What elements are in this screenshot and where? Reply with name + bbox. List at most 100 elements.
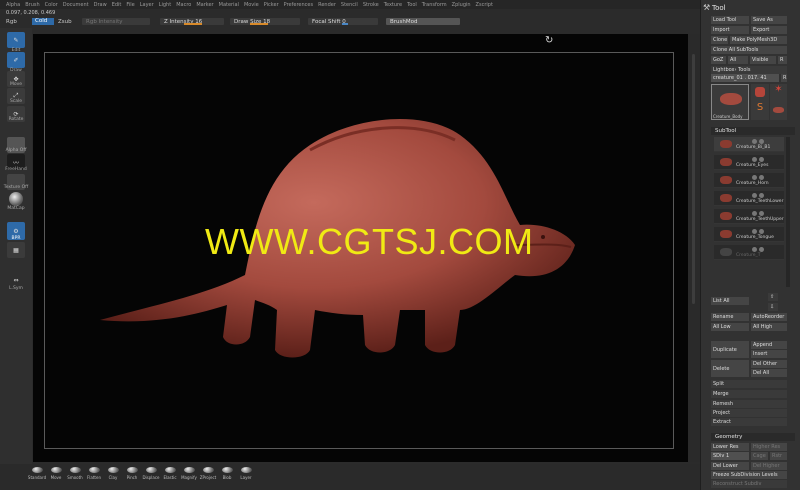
brush-blob[interactable]: Blob [218, 467, 236, 480]
move-down-arrow-icon[interactable]: ⇩ [768, 303, 778, 311]
subtool-scrollbar[interactable] [786, 137, 790, 287]
refresh-icon[interactable]: ↻ [545, 35, 553, 46]
simplebrush-thumb[interactable]: S [751, 102, 769, 120]
creature-small-thumb[interactable] [770, 102, 787, 120]
subtool-item[interactable]: Creature_TeethLower [714, 191, 784, 206]
menu-item-transform[interactable]: Transform [422, 2, 447, 8]
import-button[interactable]: Import [711, 26, 749, 34]
current-tool-r-button[interactable]: R [781, 74, 787, 82]
brush-elastic[interactable]: Elastic [161, 467, 179, 480]
del-higher-button[interactable]: Del Higher [751, 462, 787, 470]
menu-item-zscript[interactable]: Zscript [476, 2, 493, 8]
del-all-button[interactable]: Del All [751, 369, 787, 377]
brush-standard[interactable]: Standard [28, 467, 46, 480]
visibility-toggle-icon[interactable] [752, 229, 764, 234]
menu-item-zplugin[interactable]: Zplugin [452, 2, 471, 8]
visibility-toggle-icon[interactable] [752, 193, 764, 198]
visibility-toggle-icon[interactable] [752, 211, 764, 216]
rgb-intensity-slider[interactable]: Rgb Intensity [82, 18, 150, 25]
goz-all-button[interactable]: All [728, 56, 748, 64]
lower-res-button[interactable]: Lower Res [711, 443, 749, 451]
tool-thumb-creature-body[interactable]: Creature_Body [711, 84, 749, 120]
brush-zproject[interactable]: ZProject [199, 467, 217, 480]
focal-shift-slider[interactable]: Focal Shift 0 [308, 18, 378, 25]
rename-button[interactable]: Rename [711, 313, 749, 321]
menu-item-alpha[interactable]: Alpha [6, 2, 20, 8]
freeze-subdivision-button[interactable]: Freeze SubDivision Levels [711, 471, 787, 479]
star-tool-thumb[interactable]: ✶ [770, 84, 787, 102]
menu-item-draw[interactable]: Draw [94, 2, 107, 8]
brush-layer[interactable]: Layer [237, 467, 255, 480]
menu-item-tool[interactable]: Tool [407, 2, 417, 8]
rgb-toggle[interactable]: Rgb [6, 19, 17, 25]
append-button[interactable]: Append [751, 341, 787, 349]
all-high-button[interactable]: All High [751, 323, 787, 331]
z-intensity-slider[interactable]: Z Intensity 16 [160, 18, 224, 25]
goz-visible-button[interactable]: Visible [750, 56, 776, 64]
project-menu[interactable]: Project [711, 409, 787, 417]
make-polymesh-button[interactable]: Make PolyMesh3D [730, 36, 787, 44]
menu-item-macro[interactable]: Macro [176, 2, 191, 8]
menu-item-marker[interactable]: Marker [196, 2, 213, 8]
menu-item-light[interactable]: Light [159, 2, 171, 8]
brush-move[interactable]: Move [47, 467, 65, 480]
subtool-item[interactable]: Creature_Horn [714, 173, 784, 188]
goz-r-button[interactable]: R [778, 56, 787, 64]
subtool-item[interactable]: Creature_Tongue [714, 227, 784, 242]
menu-item-layer[interactable]: Layer [140, 2, 154, 8]
menu-item-picker[interactable]: Picker [264, 2, 279, 8]
brush-mod-slider[interactable]: BrushMod [386, 18, 460, 25]
matcap-button[interactable] [9, 192, 23, 206]
subtool-item[interactable]: Creature_T [714, 245, 784, 260]
subtool-item[interactable]: Creature_TeethUpper [714, 209, 784, 224]
mrgb-toggle[interactable]: Cold [32, 18, 54, 25]
remesh-menu[interactable]: Remesh [711, 400, 787, 408]
menu-item-file[interactable]: File [126, 2, 134, 8]
menu-item-brush[interactable]: Brush [25, 2, 39, 8]
goz-button[interactable]: GoZ [711, 56, 726, 64]
brush-smooth[interactable]: Smooth [66, 467, 84, 480]
auto-reorder-button[interactable]: AutoReorder [751, 313, 787, 321]
menu-item-material[interactable]: Material [219, 2, 239, 8]
export-button[interactable]: Export [751, 26, 787, 34]
menu-item-render[interactable]: Render [318, 2, 336, 8]
lightbox-tools-button[interactable]: Lightbox› Tools [711, 66, 787, 74]
brush-flatten[interactable]: Flatten [85, 467, 103, 480]
subtool-header[interactable]: SubTool [711, 127, 795, 135]
load-tool-button[interactable]: Load Tool [711, 16, 749, 24]
visibility-toggle-icon[interactable] [752, 175, 764, 180]
zsub-toggle[interactable]: Zsub [58, 19, 72, 25]
menu-item-color[interactable]: Color [45, 2, 58, 8]
higher-res-button[interactable]: Higher Res [751, 443, 787, 451]
all-low-button[interactable]: All Low [711, 323, 749, 331]
rstr-button[interactable]: Rstr [770, 452, 787, 460]
brush-magnify[interactable]: Magnify [180, 467, 198, 480]
merge-menu[interactable]: Merge [711, 390, 787, 398]
tool-thumb-cylinder[interactable] [751, 84, 769, 102]
brush-clay[interactable]: Clay [104, 467, 122, 480]
draw-size-slider[interactable]: Draw Size 18 [230, 18, 300, 25]
brush-displace[interactable]: Displace [142, 467, 160, 480]
menu-item-stroke[interactable]: Stroke [363, 2, 379, 8]
del-lower-button[interactable]: Del Lower [711, 462, 749, 470]
subtool-item[interactable]: Creature_Bi_B1 [714, 137, 784, 152]
menu-item-preferences[interactable]: Preferences [284, 2, 313, 8]
draw-button[interactable]: ✐ [7, 52, 25, 68]
menu-item-texture[interactable]: Texture [384, 2, 402, 8]
subtool-item[interactable]: Creature_Eyes [714, 155, 784, 170]
clone-button[interactable]: Clone [711, 36, 728, 44]
sdiv-slider[interactable]: SDiv 1 [711, 452, 749, 460]
reconstruct-subdiv-button[interactable]: Reconstruct Subdiv [711, 480, 787, 488]
visibility-toggle-icon[interactable] [752, 247, 764, 252]
insert-button[interactable]: Insert [751, 350, 787, 358]
brush-pinch[interactable]: Pinch [123, 467, 141, 480]
cage-button[interactable]: Cage [751, 452, 768, 460]
visibility-toggle-icon[interactable] [752, 139, 764, 144]
canvas-scrollbar[interactable] [688, 34, 700, 462]
menu-item-document[interactable]: Document [63, 2, 89, 8]
current-tool-slider[interactable]: creature_01 . 017. 41 [711, 74, 779, 82]
visibility-toggle-icon[interactable] [752, 157, 764, 162]
extract-menu[interactable]: Extract [711, 418, 787, 426]
menu-item-edit[interactable]: Edit [112, 2, 122, 8]
list-all-button[interactable]: List All [711, 297, 749, 305]
